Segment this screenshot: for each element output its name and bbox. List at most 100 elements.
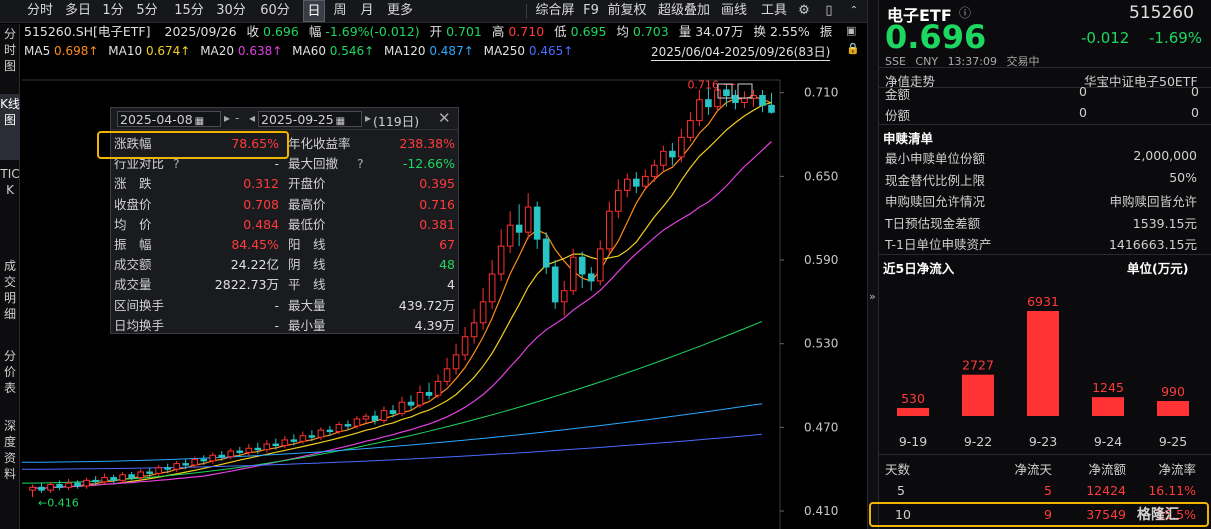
date-from-field[interactable]: 2025-04-08 ▦ xyxy=(117,111,221,127)
flow-unit: 单位(万元) xyxy=(1127,261,1189,276)
dropdown-arrow-icon[interactable]: ▸ xyxy=(224,111,230,125)
change-value: -1.69%(-0.012) xyxy=(325,24,420,39)
stat-value: 4 xyxy=(447,277,455,293)
divider xyxy=(879,87,1211,88)
subscription-row-label: 份额 xyxy=(885,108,911,123)
flow-bar-label: 2727 xyxy=(962,358,994,373)
panel-collapse-handle[interactable]: » xyxy=(867,0,878,529)
ma20-label: MA20 xyxy=(200,44,235,58)
candle-down xyxy=(723,89,730,97)
period-more[interactable]: 更多 xyxy=(384,0,416,22)
period-multiday[interactable]: 多日 xyxy=(62,0,94,22)
candle-down xyxy=(218,454,226,458)
tool-tools[interactable]: 工具 xyxy=(760,0,788,22)
candle-up xyxy=(452,354,460,370)
candle-down xyxy=(633,178,640,187)
dropdown-arrow-icon[interactable]: ▸ xyxy=(365,111,371,125)
stat-label: 阳 线 xyxy=(288,237,326,252)
period-1min[interactable]: 1分 xyxy=(100,0,126,22)
close-icon[interactable]: ✕ xyxy=(438,109,451,127)
tab-timeshare[interactable]: 分时图 xyxy=(0,24,20,90)
stat-value: 0.381 xyxy=(419,216,455,232)
period-30min[interactable]: 30分 xyxy=(214,0,248,22)
mobile-icon[interactable]: ▯ xyxy=(820,0,838,22)
high-label: 高 xyxy=(491,24,505,39)
wp-icon[interactable]: ▣ xyxy=(846,24,856,37)
quote-date: 2025/09/26 xyxy=(164,24,237,39)
subscribe-row-value: 1416663.15元 xyxy=(1108,237,1197,253)
period-60min[interactable]: 60分 xyxy=(258,0,292,22)
candle-down xyxy=(669,150,676,158)
period-15min[interactable]: 15分 xyxy=(172,0,206,22)
tool-draw[interactable]: 画线 xyxy=(720,0,748,22)
tool-composite[interactable]: 综合屏 xyxy=(534,0,576,22)
dropdown-arrow-icon[interactable]: ◂ xyxy=(249,111,255,125)
open-label: 开 xyxy=(429,24,443,39)
tab-tick[interactable]: TICK xyxy=(0,164,20,250)
stat-value: 0.312 xyxy=(243,176,279,192)
stat-label: 最高价 xyxy=(288,196,326,212)
tab-depth-info[interactable]: 深度资料 xyxy=(0,416,20,502)
flow-category-label: 9-19 xyxy=(899,434,927,449)
flow-table-cell: 16.11% xyxy=(1148,483,1196,498)
stat-label: 最小量 xyxy=(288,317,326,333)
subscribe-row-label: 最小申赎单位份额 xyxy=(885,151,986,166)
stat-label: 收盘价 xyxy=(114,196,152,212)
candle-up xyxy=(488,273,496,303)
double-chevron-right-icon[interactable]: » xyxy=(869,290,876,303)
candle-up xyxy=(569,256,577,292)
chevron-up-icon[interactable]: ⌃ xyxy=(845,0,863,22)
flow-category-label: 9-25 xyxy=(1159,434,1187,449)
settings-icon[interactable]: ⚙ xyxy=(795,0,813,22)
stat-label: 年化收益率 xyxy=(288,136,351,151)
candle-down xyxy=(200,458,208,462)
subscription-row-label: 金额 xyxy=(885,87,911,102)
period-day[interactable]: 日 xyxy=(303,0,325,22)
candle-up xyxy=(191,458,199,466)
volume-label: 量 xyxy=(678,24,692,39)
stat-value: 0.716 xyxy=(419,196,455,212)
candle-up xyxy=(678,136,685,158)
subscription-row-value: 0 xyxy=(1191,84,1199,99)
candle-down xyxy=(389,410,397,414)
range-dash: - xyxy=(235,111,240,125)
divider xyxy=(879,124,1211,125)
candle-down xyxy=(732,95,739,103)
security-code: 515260.SH[电子ETF] xyxy=(24,24,151,39)
subscribe-row-value: 申购赎回皆允许 xyxy=(1109,194,1197,210)
stat-value: - xyxy=(274,297,279,313)
flow-bar-label: 1245 xyxy=(1092,380,1124,395)
period-5min[interactable]: 5分 xyxy=(134,0,160,22)
period-toolbar: 分时 多日 1分 5分 15分 30分 60分 日 周 月 更多 综合屏 F9 … xyxy=(0,0,867,23)
flow-bar xyxy=(1092,397,1124,416)
flow-category-label: 9-22 xyxy=(964,434,992,449)
calendar-icon[interactable]: ▦ xyxy=(336,116,345,127)
subscribe-row-value: 1539.15元 xyxy=(1132,215,1197,231)
tab-trade-detail[interactable]: 成交明细 xyxy=(0,256,20,342)
lock-icon[interactable]: 🔒 xyxy=(846,42,860,55)
candle-down xyxy=(705,99,712,108)
subscribe-row-value: 2,000,000 xyxy=(1133,148,1197,163)
calendar-icon[interactable]: ▦ xyxy=(195,116,204,127)
quote-panel: 电子ETF ⓘ 515260 0.696 -0.012 -1.69% SSE C… xyxy=(869,0,1211,529)
candle-up xyxy=(245,447,253,453)
candle-down xyxy=(272,443,280,446)
tab-kline[interactable]: K线图 xyxy=(0,94,20,160)
candle-up xyxy=(660,150,667,166)
candle-down xyxy=(236,450,244,453)
tab-price-table[interactable]: 分价表 xyxy=(0,346,20,412)
subscription-row-value: 0 xyxy=(1191,105,1199,120)
candle-up xyxy=(479,301,487,324)
period-fenshi[interactable]: 分时 xyxy=(24,0,56,22)
candle-up xyxy=(443,368,451,382)
period-week[interactable]: 周 xyxy=(330,0,350,22)
period-month[interactable]: 月 xyxy=(357,0,377,22)
candle-up xyxy=(47,484,54,491)
flow-bar xyxy=(1027,311,1059,416)
date-to-field[interactable]: 2025-09-25 ▦ xyxy=(258,111,362,127)
tool-f9[interactable]: F9 xyxy=(582,0,600,22)
tool-overlay[interactable]: 超级叠加 xyxy=(656,0,712,22)
candle-up xyxy=(624,178,631,191)
candle-up xyxy=(29,486,36,491)
tool-adjust[interactable]: 前复权 xyxy=(606,0,648,22)
